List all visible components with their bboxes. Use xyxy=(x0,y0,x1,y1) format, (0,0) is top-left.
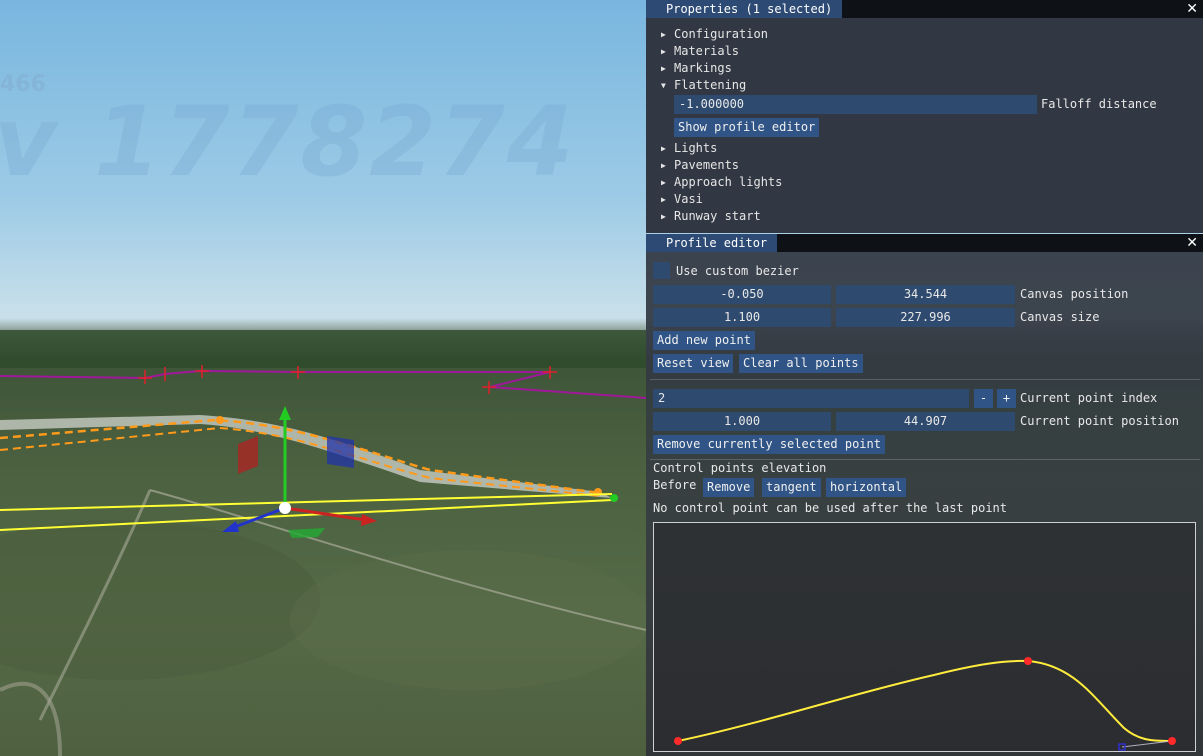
current-point-index-input[interactable]: 2 xyxy=(653,389,969,408)
curve-point[interactable] xyxy=(1024,657,1032,665)
clear-all-points-button[interactable]: Clear all points xyxy=(739,354,863,373)
canvas-size-x-input[interactable]: 1.100 xyxy=(653,308,831,327)
control-handle-line xyxy=(1121,740,1173,748)
tree-item-vasi[interactable]: ▶ Vasi xyxy=(661,191,703,207)
flatten-handle[interactable] xyxy=(216,416,224,424)
increment-index-button[interactable]: + xyxy=(997,389,1016,408)
close-icon[interactable]: ✕ xyxy=(1186,0,1198,18)
tree-item-label: Lights xyxy=(674,141,718,155)
show-profile-editor-button[interactable]: Show profile editor xyxy=(674,118,820,137)
tree-item-label: Pavements xyxy=(674,158,740,172)
tree-item-label: Materials xyxy=(674,44,740,58)
profile-editor-titlebar[interactable]: Profile editor ✕ xyxy=(646,234,1203,252)
use-custom-bezier-checkbox[interactable] xyxy=(653,262,670,279)
tree-item-pavements[interactable]: ▶ Pavements xyxy=(661,157,739,173)
profile-editor-panel: Profile editor ✕ Use custom bezier -0.05… xyxy=(646,234,1203,756)
canvas-size-label: Canvas size xyxy=(1020,310,1100,324)
tree-item-label: Flattening xyxy=(674,78,747,92)
decrement-index-button[interactable]: - xyxy=(974,389,993,408)
before-remove-button[interactable]: Remove xyxy=(703,478,755,497)
canvas-position-y-input[interactable]: 34.544 xyxy=(836,285,1015,304)
gizmo-arrow-y[interactable] xyxy=(279,406,291,420)
tree-item-lights[interactable]: ▶ Lights xyxy=(661,140,717,156)
tree-item-configuration[interactable]: ▶ Configuration xyxy=(661,26,768,42)
tree-item-label: Runway start xyxy=(674,209,761,223)
current-point-index-label: Current point index xyxy=(1020,391,1158,405)
chevron-right-icon: ▶ xyxy=(661,144,666,153)
tree-item-label: Markings xyxy=(674,61,732,75)
chevron-right-icon: ▶ xyxy=(661,30,666,39)
gizmo-arrow-z[interactable] xyxy=(222,521,239,532)
tree-item-flattening[interactable]: ▼ Flattening xyxy=(661,77,746,93)
chevron-right-icon: ▶ xyxy=(661,212,666,221)
gizmo-plane-red[interactable] xyxy=(238,436,258,474)
properties-body: ▶ Configuration ▶ Materials ▶ Markings ▼ Fla… xyxy=(646,18,1203,233)
tree-item-label: Configuration xyxy=(674,27,768,41)
chevron-right-icon: ▶ xyxy=(661,64,666,73)
chevron-right-icon: ▶ xyxy=(661,161,666,170)
gizmo-arrow-x[interactable] xyxy=(361,514,377,526)
before-tangent-button[interactable]: tangent xyxy=(762,478,821,497)
tree-item-runway-start[interactable]: ▶ Runway start xyxy=(661,208,761,224)
chevron-right-icon: ▶ xyxy=(661,178,666,187)
ground-patch xyxy=(290,550,650,690)
profile-curve-svg xyxy=(674,657,1176,751)
separator xyxy=(650,379,1200,380)
tree-item-markings[interactable]: ▶ Markings xyxy=(661,60,732,76)
tree-line xyxy=(0,330,646,368)
use-custom-bezier-label: Use custom bezier xyxy=(676,264,799,278)
canvas-position-x-input[interactable]: -0.050 xyxy=(653,285,831,304)
tree-item-materials[interactable]: ▶ Materials xyxy=(661,43,739,59)
before-label: Before xyxy=(653,478,697,492)
runway-edge-line xyxy=(0,493,613,511)
close-icon[interactable]: ✕ xyxy=(1186,234,1198,252)
tree-item-label: Approach lights xyxy=(674,175,783,189)
chevron-down-icon: ▼ xyxy=(661,81,666,90)
current-point-position-label: Current point position xyxy=(1020,414,1179,428)
boundary-markers xyxy=(138,365,557,394)
overlay-number-big: v 1778274 xyxy=(0,86,576,198)
after-control-point-note: No control point can be used after the l… xyxy=(653,501,1008,515)
remove-selected-point-button[interactable]: Remove currently selected point xyxy=(653,435,885,454)
before-horizontal-button[interactable]: horizontal xyxy=(826,478,907,497)
gizmo-plane-blue[interactable] xyxy=(327,436,354,468)
profile-curve-canvas[interactable] xyxy=(653,522,1196,752)
tree-item-label: Vasi xyxy=(674,192,703,206)
runway-surface xyxy=(0,415,612,498)
properties-titlebar[interactable]: Properties (1 selected) ✕ xyxy=(646,0,1203,18)
gizmo-center[interactable] xyxy=(279,502,291,514)
falloff-distance-input[interactable]: -1.000000 xyxy=(674,95,1037,114)
profile-curve xyxy=(677,659,1173,742)
control-points-heading: Control points elevation xyxy=(653,461,827,475)
falloff-distance-label: Falloff distance xyxy=(1041,97,1157,111)
ground-patch xyxy=(0,520,320,680)
chevron-right-icon: ▶ xyxy=(661,195,666,204)
properties-title: Properties (1 selected) xyxy=(646,0,843,18)
canvas-size-y-input[interactable]: 227.996 xyxy=(836,308,1015,327)
curve-point[interactable] xyxy=(1168,737,1176,745)
curve-point[interactable] xyxy=(674,737,682,745)
current-point-y-input[interactable]: 44.907 xyxy=(836,412,1015,431)
current-point-x-input[interactable]: 1.000 xyxy=(653,412,831,431)
gizmo-plane-green[interactable] xyxy=(288,528,325,538)
runway-edge-line xyxy=(0,499,613,531)
chevron-right-icon: ▶ xyxy=(661,47,666,56)
profile-editor-title: Profile editor xyxy=(646,234,778,252)
tree-item-approach-lights[interactable]: ▶ Approach lights xyxy=(661,174,782,190)
reset-view-button[interactable]: Reset view xyxy=(653,354,734,373)
runway-end-handle[interactable] xyxy=(610,494,618,502)
gizmo-axis-x[interactable] xyxy=(284,506,367,522)
profile-editor-body: Use custom bezier -0.050 34.544 Canvas p… xyxy=(646,252,1203,756)
add-new-point-button[interactable]: Add new point xyxy=(653,331,755,350)
boundary-line xyxy=(0,369,647,399)
properties-panel: Properties (1 selected) ✕ ▶ Configuration… xyxy=(646,0,1203,233)
canvas-position-label: Canvas position xyxy=(1020,287,1129,301)
